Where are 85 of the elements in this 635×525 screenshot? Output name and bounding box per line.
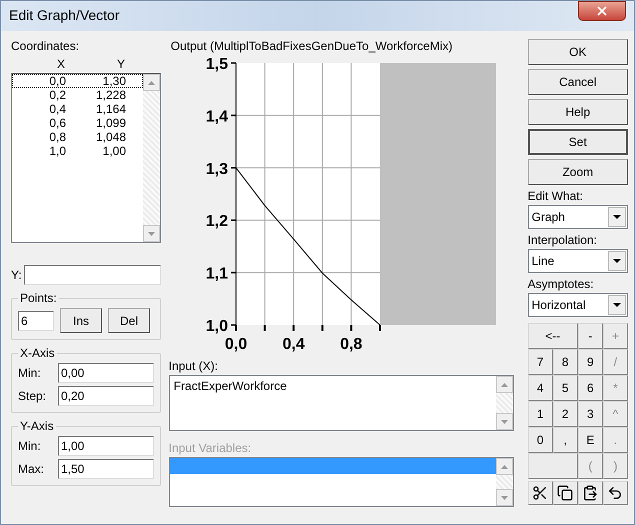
- dropdown-arrow-icon: [613, 259, 621, 263]
- list-row[interactable]: 0,2 1,228: [12, 88, 143, 102]
- keypad-key[interactable]: 3: [578, 401, 603, 427]
- scroll-up-icon[interactable]: [500, 464, 508, 468]
- dropdown-arrow-icon: [613, 215, 621, 219]
- dropdown-label: Edit What:: [528, 189, 584, 203]
- list-row[interactable]: 0,6 1,099: [12, 116, 143, 130]
- dropdown[interactable]: Graph: [528, 205, 628, 229]
- keypad-key[interactable]: 1: [528, 401, 553, 427]
- tool-button[interactable]: [578, 481, 603, 505]
- chart-title: Output (MultiplToBadFixesGenDueTo_WorkforceMix): [170, 39, 454, 53]
- dialog-button[interactable]: OK: [528, 39, 628, 65]
- x-tick-label: 0,4: [282, 336, 304, 353]
- y-tick-label: 1,0: [205, 318, 228, 335]
- dialog-button[interactable]: Cancel: [528, 69, 628, 95]
- list-row[interactable]: 1,0 1,00: [12, 144, 143, 158]
- column-header: Y: [116, 57, 126, 71]
- paste-icon: [582, 485, 598, 501]
- point-button[interactable]: Ins: [60, 308, 102, 333]
- scroll-down-icon[interactable]: [500, 496, 508, 500]
- tool-button[interactable]: [528, 481, 553, 505]
- dropdown-arrow-icon: [613, 303, 621, 307]
- keypad-key[interactable]: ,: [552, 427, 578, 453]
- cut-icon: [532, 485, 548, 501]
- keypad-key[interactable]: 8: [552, 349, 578, 375]
- field-label: Y:: [11, 268, 22, 282]
- field-label: Step:: [18, 389, 48, 403]
- y-tick-label: 1,2: [205, 213, 228, 230]
- dropdown-label: Asymptotes:: [528, 277, 595, 291]
- input-field[interactable]: 0,00: [58, 363, 154, 383]
- keypad-key[interactable]: E: [578, 427, 603, 453]
- group-title: X-Axis: [19, 346, 56, 360]
- field-label: Input (X):: [168, 359, 219, 373]
- undo-icon: [607, 485, 624, 501]
- input-field[interactable]: 1,00: [58, 436, 154, 456]
- list-row[interactable]: 0,4 1,164: [12, 102, 143, 116]
- input-text-area[interactable]: FractExperWorkforce: [168, 375, 514, 431]
- list-label: Input Variables:: [168, 441, 252, 455]
- keypad-key[interactable]: 9: [578, 349, 603, 375]
- point-button[interactable]: Del: [108, 308, 150, 333]
- y-tick-label: 1,3: [205, 160, 228, 178]
- tool-button[interactable]: [552, 481, 578, 505]
- keypad-key[interactable]: 4: [528, 375, 553, 401]
- window-title: Edit Graph/Vector: [9, 7, 120, 23]
- dropdown[interactable]: Horizontal: [528, 293, 628, 317]
- group-title: Y-Axis: [19, 419, 55, 433]
- y-tick-label: 1,5: [205, 56, 228, 73]
- keypad-key[interactable]: <--: [528, 323, 578, 349]
- copy-icon: [557, 485, 574, 501]
- keypad-key[interactable]: 7: [528, 349, 553, 375]
- dialog-button[interactable]: Set: [528, 129, 628, 155]
- input-field[interactable]: [24, 265, 161, 285]
- keypad-key[interactable]: 6: [578, 375, 603, 401]
- scroll-down-icon[interactable]: [500, 420, 508, 424]
- column-header: X: [56, 57, 66, 71]
- list-row[interactable]: 0,0 1,30: [12, 74, 143, 88]
- field-label: Min:: [18, 366, 42, 380]
- dropdown[interactable]: Line: [528, 249, 628, 273]
- scroll-down-icon[interactable]: [148, 232, 155, 236]
- dialog-button[interactable]: Zoom: [528, 159, 628, 185]
- group-title: Points:: [19, 291, 58, 305]
- dropdown-label: Interpolation:: [528, 233, 598, 247]
- tool-button[interactable]: [602, 481, 628, 505]
- input-field[interactable]: 6: [18, 310, 54, 330]
- keypad-key[interactable]: -: [578, 323, 603, 349]
- y-tick-label: 1,1: [205, 266, 228, 283]
- field-label: Min:: [18, 439, 42, 453]
- close-icon: [595, 4, 609, 18]
- dialog-button[interactable]: Help: [528, 99, 628, 125]
- scroll-up-icon[interactable]: [148, 80, 155, 84]
- x-tick-label: 0,0: [224, 336, 247, 353]
- input-field[interactable]: 0,20: [58, 386, 154, 406]
- close-button[interactable]: [578, 1, 626, 21]
- list-row[interactable]: 0,8 1,048: [12, 130, 143, 144]
- keypad-key[interactable]: 0: [528, 427, 553, 453]
- scroll-up-icon[interactable]: [500, 382, 508, 386]
- x-tick-label: 0,8: [340, 336, 362, 353]
- variables-list[interactable]: [168, 457, 514, 507]
- coordinates-list[interactable]: 0,0 1,30 0,2 1,228 0,4 1,164 0,6 1,099 0,8 1,048 1,0 1,00: [11, 73, 161, 243]
- list-label: Coordinates:: [11, 39, 80, 53]
- field-label: Max:: [18, 462, 46, 476]
- keypad-key[interactable]: 2: [552, 401, 578, 427]
- input-field[interactable]: 1,50: [58, 459, 154, 479]
- keypad-key[interactable]: 5: [552, 375, 578, 401]
- y-tick-label: 1,4: [205, 108, 228, 126]
